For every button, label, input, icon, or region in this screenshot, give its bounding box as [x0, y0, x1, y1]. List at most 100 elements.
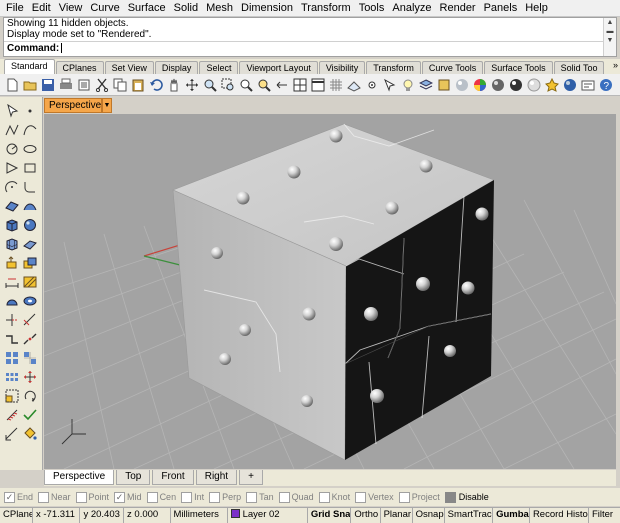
- scroll-up-icon[interactable]: ▲: [604, 18, 616, 27]
- light-bulb-icon[interactable]: [400, 77, 416, 93]
- checkbox-checked-icon[interactable]: ✓: [114, 491, 126, 503]
- checkbox-icon[interactable]: [146, 491, 158, 503]
- check-icon[interactable]: [22, 407, 38, 423]
- status-layer[interactable]: Layer 02: [228, 508, 308, 523]
- box-solid-icon[interactable]: [4, 217, 20, 233]
- zoom-icon[interactable]: [202, 77, 218, 93]
- status-smarttrack[interactable]: SmartTrack: [445, 508, 494, 523]
- surface-from-points-icon[interactable]: [4, 198, 20, 214]
- viewport-tab-top[interactable]: Top: [116, 470, 151, 485]
- osnap-knot[interactable]: Knot: [318, 491, 350, 503]
- cplane-icon[interactable]: [346, 77, 362, 93]
- extrude-icon[interactable]: [4, 255, 20, 271]
- menu-solid[interactable]: Solid: [172, 0, 204, 17]
- grid-icon[interactable]: [328, 77, 344, 93]
- osnap-perp[interactable]: Perp: [209, 491, 241, 503]
- render-mode-icon[interactable]: [454, 77, 470, 93]
- scale-icon[interactable]: [4, 388, 20, 404]
- zoom-selected-icon[interactable]: [256, 77, 272, 93]
- zoom-extents-icon[interactable]: [238, 77, 254, 93]
- rectangle-icon[interactable]: [22, 160, 38, 176]
- osnap-disable-button[interactable]: Disable: [444, 491, 489, 503]
- status-record-history[interactable]: Record History: [530, 508, 589, 523]
- help-icon[interactable]: ?: [598, 77, 614, 93]
- properties-icon[interactable]: [76, 77, 92, 93]
- mesh-plane-icon[interactable]: [22, 236, 38, 252]
- group-icon[interactable]: [4, 350, 20, 366]
- status-osnap[interactable]: Osnap: [413, 508, 445, 523]
- checkbox-icon[interactable]: [318, 491, 330, 503]
- distance-icon[interactable]: [4, 426, 20, 442]
- status-grid-snap[interactable]: Grid Snap: [308, 508, 352, 523]
- render-preview-icon[interactable]: [562, 77, 578, 93]
- sphere-solid-icon[interactable]: [22, 217, 38, 233]
- viewport-tab-right[interactable]: Right: [195, 470, 238, 485]
- osnap-near[interactable]: Near: [38, 491, 71, 503]
- tab-set-view[interactable]: Set View: [104, 61, 154, 74]
- copy-icon[interactable]: [112, 77, 128, 93]
- cap-holes-icon[interactable]: [22, 293, 38, 309]
- checkbox-icon[interactable]: [75, 491, 87, 503]
- menu-mesh[interactable]: Mesh: [204, 0, 239, 17]
- status-units[interactable]: Millimeters: [171, 508, 228, 523]
- menu-curve[interactable]: Curve: [88, 0, 125, 17]
- four-viewports-icon[interactable]: [292, 77, 308, 93]
- dimension-icon[interactable]: [4, 274, 20, 290]
- menu-transform[interactable]: Transform: [299, 0, 357, 17]
- checkbox-icon[interactable]: [181, 491, 193, 503]
- perspective-viewport[interactable]: [44, 114, 616, 469]
- checkbox-icon[interactable]: [38, 491, 50, 503]
- undo-view-icon[interactable]: [274, 77, 290, 93]
- osnap-end[interactable]: ✓ End: [4, 491, 33, 503]
- status-filter[interactable]: Filter: [589, 508, 620, 523]
- print-icon[interactable]: [58, 77, 74, 93]
- render-icon[interactable]: [544, 77, 560, 93]
- ellipse-icon[interactable]: [22, 141, 38, 157]
- checkbox-icon[interactable]: [278, 491, 290, 503]
- tab-standard[interactable]: Standard: [4, 59, 55, 74]
- rendered-sphere-icon[interactable]: [508, 77, 524, 93]
- menu-tools[interactable]: Tools: [357, 0, 391, 17]
- command-input[interactable]: Command:: [4, 41, 604, 55]
- tab-overflow-button[interactable]: »: [613, 60, 618, 70]
- point-icon[interactable]: [22, 103, 38, 119]
- tab-surface-tools[interactable]: Surface Tools: [484, 61, 553, 74]
- checkbox-icon[interactable]: [209, 491, 221, 503]
- cut-icon[interactable]: [94, 77, 110, 93]
- split-icon[interactable]: [22, 312, 38, 328]
- object-properties-icon[interactable]: [436, 77, 452, 93]
- tab-viewport-layout[interactable]: Viewport Layout: [239, 61, 318, 74]
- menu-panels[interactable]: Panels: [482, 0, 524, 17]
- menu-analyze[interactable]: Analyze: [390, 0, 437, 17]
- shaded-sphere-icon[interactable]: [490, 77, 506, 93]
- tab-select[interactable]: Select: [199, 61, 239, 74]
- tab-curve-tools[interactable]: Curve Tools: [421, 61, 484, 74]
- select-all-icon[interactable]: [382, 77, 398, 93]
- join-icon[interactable]: [4, 331, 20, 347]
- pan-icon[interactable]: [166, 77, 182, 93]
- new-file-icon[interactable]: [4, 77, 20, 93]
- mesh-box-icon[interactable]: [4, 236, 20, 252]
- osnap-tan[interactable]: Tan: [246, 491, 274, 503]
- scroll-thumb-icon[interactable]: ▬: [604, 27, 616, 36]
- ungroup-icon[interactable]: [22, 350, 38, 366]
- trim-icon[interactable]: [4, 312, 20, 328]
- paste-icon[interactable]: [130, 77, 146, 93]
- save-icon[interactable]: [40, 77, 56, 93]
- checkbox-icon[interactable]: [355, 491, 367, 503]
- checkbox-icon[interactable]: [246, 491, 258, 503]
- menu-edit[interactable]: Edit: [30, 0, 57, 17]
- open-file-icon[interactable]: [22, 77, 38, 93]
- menu-dimension[interactable]: Dimension: [239, 0, 299, 17]
- osnap-toggle-icon[interactable]: [364, 77, 380, 93]
- fillet-curve-icon[interactable]: [22, 179, 38, 195]
- hatch-icon[interactable]: [22, 274, 38, 290]
- viewport-tab-front[interactable]: Front: [152, 470, 194, 485]
- checkbox-checked-icon[interactable]: ✓: [4, 491, 15, 503]
- osnap-mid[interactable]: ✓ Mid: [114, 491, 142, 503]
- rotate-view-icon[interactable]: [184, 77, 200, 93]
- options-icon[interactable]: [580, 77, 596, 93]
- circle-icon[interactable]: [4, 141, 20, 157]
- tab-display[interactable]: Display: [154, 61, 199, 74]
- zoom-window-icon[interactable]: [220, 77, 236, 93]
